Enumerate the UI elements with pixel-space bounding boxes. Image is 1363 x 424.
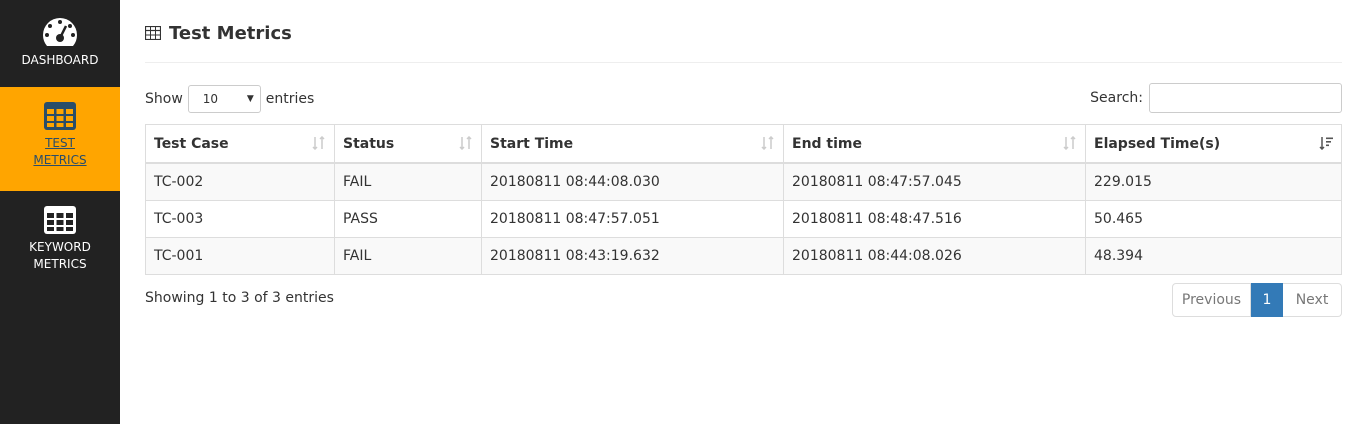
column-header-end-time[interactable]: End time [783,124,1086,164]
column-header-label: Start Time [490,135,574,152]
sort-both-icon [761,136,774,150]
previous-page-button[interactable]: Previous [1172,283,1251,317]
cell-elapsed-time: 50.465 [1085,200,1342,238]
page-title-text: Test Metrics [169,22,292,44]
entries-select[interactable]: 10 ▼ [187,85,261,113]
sidebar-item-label: METRICS [33,153,87,167]
sidebar-item-label: KEYWORD [29,240,91,254]
table-icon [44,206,76,234]
cell-start-time: 20180811 08:47:57.051 [481,200,784,238]
search-control: Search: [1090,83,1342,113]
sidebar: DASHBOARD TEST METRICS KEYWORD METRICS [0,0,120,424]
cell-start-time: 20180811 08:44:08.030 [481,162,784,201]
entries-length-control: Show 10 ▼ entries [145,84,314,114]
sidebar-item-label: METRICS [33,257,87,271]
cell-status: FAIL [334,162,482,201]
column-header-test-case[interactable]: Test Case [145,124,335,164]
column-header-status[interactable]: Status [334,124,482,164]
sidebar-item-label: TEST [45,136,75,150]
table-header-row: Test Case Status Start Time End time Ela… [145,124,1342,164]
cell-elapsed-time: 229.015 [1085,162,1342,201]
column-header-start-time[interactable]: Start Time [481,124,784,164]
cell-status: FAIL [334,237,482,275]
sidebar-item-label: DASHBOARD [21,53,99,67]
entries-select-value: 10 [202,92,219,106]
column-header-label: Elapsed Time(s) [1094,135,1221,152]
column-header-label: Status [343,135,395,152]
sort-both-icon [1063,136,1076,150]
column-header-elapsed-time[interactable]: Elapsed Time(s) [1085,124,1342,164]
sidebar-item-dashboard[interactable]: DASHBOARD [0,0,120,86]
caret-down-icon: ▼ [246,94,254,104]
search-input[interactable] [1149,83,1342,113]
cell-test-case: TC-002 [145,162,335,201]
cell-start-time: 20180811 08:43:19.632 [481,237,784,275]
dashboard-gauge-icon [42,18,78,46]
sidebar-item-test-metrics[interactable]: TEST METRICS [0,87,120,191]
cell-end-time: 20180811 08:47:57.045 [783,162,1086,201]
cell-status: PASS [334,200,482,238]
cell-test-case: TC-003 [145,200,335,238]
cell-elapsed-time: 48.394 [1085,237,1342,275]
pagination: Previous 1 Next [1172,283,1342,317]
next-page-button[interactable]: Next [1283,283,1342,317]
table-row: TC-002 FAIL 20180811 08:44:08.030 201808… [145,162,1342,201]
column-header-label: End time [792,135,862,152]
table-icon [145,26,161,40]
table-icon [44,102,76,130]
sort-descending-icon [1319,137,1333,150]
cell-end-time: 20180811 08:48:47.516 [783,200,1086,238]
page-1-button[interactable]: 1 [1251,283,1283,317]
show-label: Show [145,91,183,107]
column-header-label: Test Case [154,135,229,152]
entries-label: entries [265,91,315,107]
search-label: Search: [1090,90,1143,106]
table-info: Showing 1 to 3 of 3 entries [145,290,334,306]
table-row: TC-003 PASS 20180811 08:47:57.051 201808… [145,200,1342,238]
cell-end-time: 20180811 08:44:08.026 [783,237,1086,275]
cell-test-case: TC-001 [145,237,335,275]
sidebar-item-keyword-metrics[interactable]: KEYWORD METRICS [0,191,120,291]
divider [145,62,1342,63]
sort-both-icon [312,136,325,150]
page-title: Test Metrics [145,20,292,46]
test-metrics-table: Test Case Status Start Time End time Ela… [145,124,1342,275]
table-row: TC-001 FAIL 20180811 08:43:19.632 201808… [145,237,1342,275]
sort-both-icon [459,136,472,150]
